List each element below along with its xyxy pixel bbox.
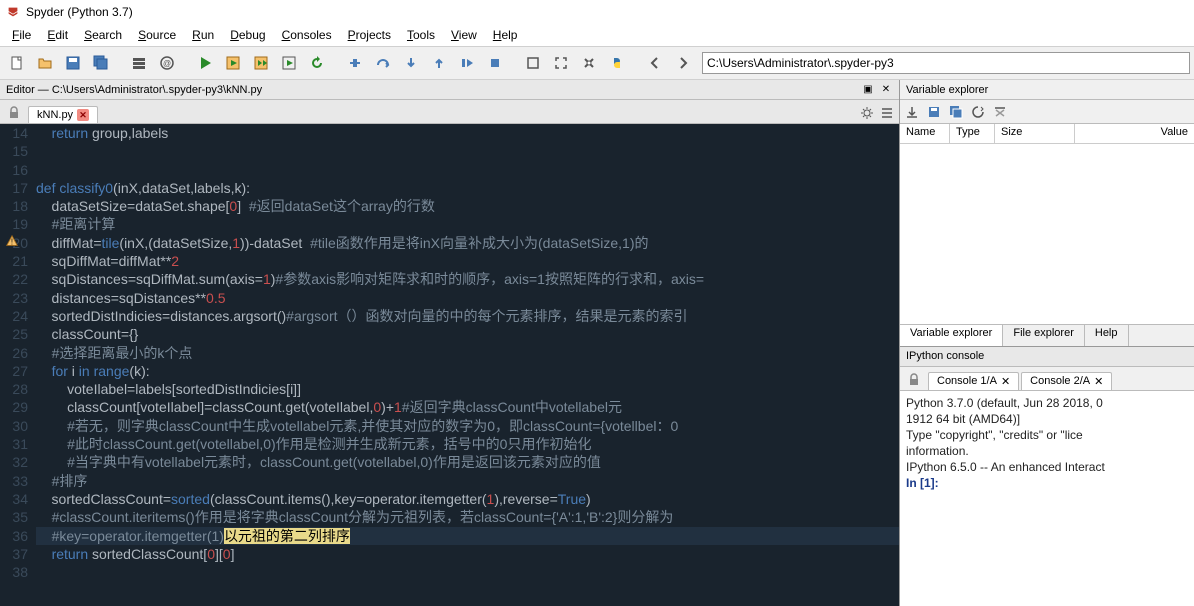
new-file-button[interactable] (4, 50, 30, 76)
debug-continue-button[interactable] (454, 50, 480, 76)
menu-edit[interactable]: Edit (39, 26, 76, 44)
run-button[interactable] (192, 50, 218, 76)
preferences-button[interactable] (576, 50, 602, 76)
run-selection-button[interactable] (276, 50, 302, 76)
ipython-output[interactable]: Python 3.7.0 (default, Jun 28 2018, 0191… (900, 391, 1194, 606)
ipython-tabs: Console 1/A ✕ Console 2/A ✕ (900, 367, 1194, 391)
window-title: Spyder (Python 3.7) (26, 5, 133, 19)
save-data-as-icon[interactable] (948, 104, 964, 120)
main-toolbar: @ (0, 46, 1194, 80)
undock-icon[interactable]: ▣ (861, 83, 875, 97)
menu-search[interactable]: Search (76, 26, 130, 44)
col-value[interactable]: Value (1075, 124, 1194, 143)
cwd-forward-button[interactable] (670, 50, 696, 76)
close-tab-icon[interactable]: ✕ (1001, 375, 1010, 388)
col-size[interactable]: Size (995, 124, 1075, 143)
console-tab-1[interactable]: Console 1/A ✕ (928, 372, 1019, 390)
menu-view[interactable]: View (443, 26, 485, 44)
ipython-pane: IPython console Console 1/A ✕ Console 2/… (900, 346, 1194, 606)
close-tab-icon[interactable]: ✕ (1094, 375, 1103, 388)
clear-icon[interactable] (992, 104, 1008, 120)
debug-step-over-button[interactable] (370, 50, 396, 76)
run-cell-button[interactable] (220, 50, 246, 76)
editor-tabbar: kNN.py ✕ (0, 100, 899, 124)
editor-header: Editor — C:\Users\Administrator\.spyder-… (0, 80, 899, 100)
main-area: Editor — C:\Users\Administrator\.spyder-… (0, 80, 1194, 606)
debug-step-in-button[interactable] (398, 50, 424, 76)
browse-button[interactable] (126, 50, 152, 76)
menu-tools[interactable]: Tools (399, 26, 443, 44)
variable-explorer-toolbar (900, 100, 1194, 124)
rerun-button[interactable] (304, 50, 330, 76)
save-all-button[interactable] (88, 50, 114, 76)
close-pane-icon[interactable]: ✕ (879, 83, 893, 97)
refresh-icon[interactable] (970, 104, 986, 120)
editor-title: Editor — C:\Users\Administrator\.spyder-… (6, 84, 262, 96)
console-tab-2[interactable]: Console 2/A ✕ (1021, 372, 1112, 390)
open-file-button[interactable] (32, 50, 58, 76)
lock-icon[interactable] (6, 105, 22, 121)
menu-debug[interactable]: Debug (222, 26, 273, 44)
col-type[interactable]: Type (950, 124, 995, 143)
close-tab-icon[interactable]: ✕ (77, 109, 89, 121)
editor-tab-knn[interactable]: kNN.py ✕ (28, 106, 98, 123)
tab-label: kNN.py (37, 109, 73, 121)
right-bottom-tabs: Variable explorer File explorer Help (900, 324, 1194, 346)
code-editor[interactable]: 141516171819!202122232425262728293031323… (0, 124, 899, 606)
cwd-input[interactable] (702, 52, 1190, 74)
tab-help[interactable]: Help (1085, 325, 1129, 346)
right-pane: Variable explorer Name Type Size Value V… (900, 80, 1194, 606)
cwd-back-button[interactable] (642, 50, 668, 76)
svg-text:!: ! (11, 237, 13, 246)
menu-file[interactable]: File (4, 26, 39, 44)
menu-consoles[interactable]: Consoles (274, 26, 340, 44)
debug-stop-button[interactable] (482, 50, 508, 76)
tab-file-explorer[interactable]: File explorer (1003, 325, 1085, 346)
import-data-icon[interactable] (904, 104, 920, 120)
kernel-button[interactable]: @ (154, 50, 180, 76)
list-icon[interactable] (879, 105, 895, 121)
tab-variable-explorer[interactable]: Variable explorer (900, 325, 1003, 346)
tab-label: Console 2/A (1030, 375, 1090, 387)
col-name[interactable]: Name (900, 124, 950, 143)
python-path-button[interactable] (604, 50, 630, 76)
menu-source[interactable]: Source (130, 26, 184, 44)
maximize-pane-button[interactable] (520, 50, 546, 76)
variable-explorer-header: Variable explorer (900, 80, 1194, 100)
save-button[interactable] (60, 50, 86, 76)
gear-icon[interactable] (859, 105, 875, 121)
lock-icon[interactable] (906, 372, 922, 388)
debug-step-out-button[interactable] (426, 50, 452, 76)
save-data-icon[interactable] (926, 104, 942, 120)
menu-run[interactable]: Run (184, 26, 222, 44)
tab-label: Console 1/A (937, 375, 997, 387)
variable-table: Name Type Size Value (900, 124, 1194, 324)
spyder-icon (6, 5, 20, 19)
fullscreen-button[interactable] (548, 50, 574, 76)
ipython-header: IPython console (900, 347, 1194, 367)
svg-text:@: @ (163, 59, 171, 68)
run-cell-advance-button[interactable] (248, 50, 274, 76)
menu-projects[interactable]: Projects (340, 26, 399, 44)
debug-button[interactable] (342, 50, 368, 76)
editor-pane: Editor — C:\Users\Administrator\.spyder-… (0, 80, 900, 606)
menubar: FileEditSearchSourceRunDebugConsolesProj… (0, 24, 1194, 46)
menu-help[interactable]: Help (485, 26, 526, 44)
titlebar: Spyder (Python 3.7) (0, 0, 1194, 24)
